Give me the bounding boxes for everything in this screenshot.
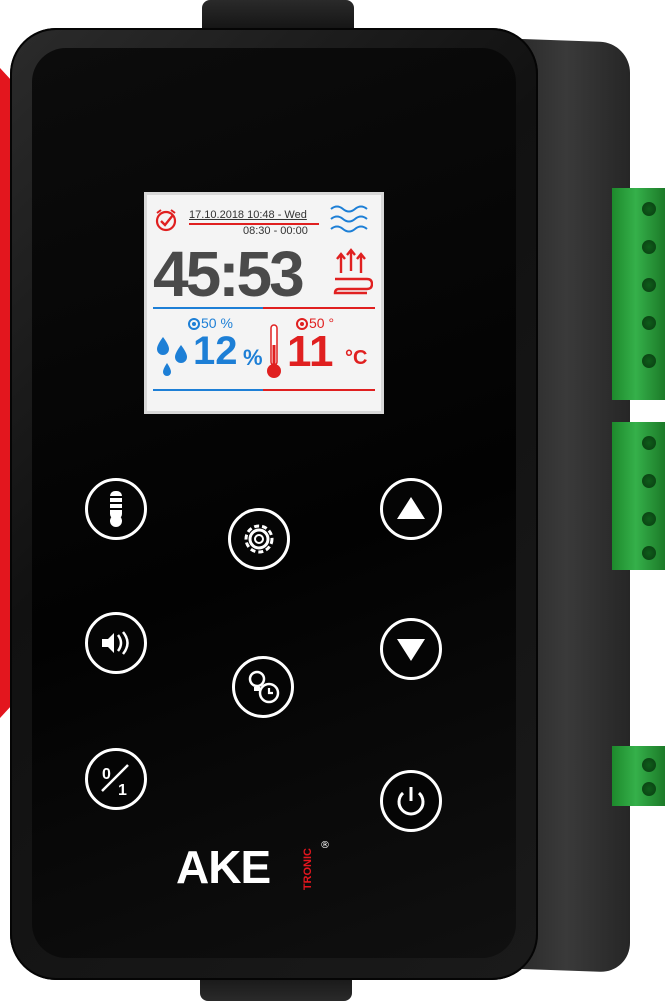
up-button[interactable]: [380, 478, 442, 540]
brand-logo-subtext: TRONIC: [302, 848, 314, 891]
temperature-rule-bottom: [263, 389, 375, 391]
terminal-block-bottom: [612, 746, 665, 806]
humidifier-icon: [107, 491, 125, 527]
brand-logo-text: AKE: [176, 841, 271, 893]
humidity-rule-bottom: [153, 389, 263, 391]
svg-text:1: 1: [118, 782, 127, 799]
fan-button[interactable]: [85, 612, 147, 674]
svg-text:0: 0: [102, 766, 111, 783]
humidity-rule-top: [153, 307, 263, 309]
humidifier-button[interactable]: [85, 478, 147, 540]
toggle-button[interactable]: 0 1: [85, 748, 147, 810]
countdown-timer: 45:53: [153, 238, 305, 310]
terminal-block-middle: [612, 422, 665, 570]
alarm-check-icon: [155, 209, 177, 232]
light-timer-button[interactable]: [232, 656, 294, 718]
lcd-screen: 17.10.2018 10:48 - Wed 08:30 - 00:00 45:…: [144, 192, 384, 414]
terminal-block-top: [612, 188, 665, 400]
power-icon: [397, 787, 425, 816]
power-button[interactable]: [380, 770, 442, 832]
triangle-up-icon: [397, 497, 425, 519]
triangle-down-icon: [397, 639, 425, 661]
heating-element-icon: [333, 248, 373, 295]
wind-waves-icon: [330, 205, 368, 233]
water-drops-icon: [157, 337, 187, 376]
humidity-value: 12: [193, 329, 238, 373]
registered-mark: ®: [320, 840, 330, 851]
thermometer-icon: [267, 324, 281, 378]
temperature-value: 11: [287, 327, 334, 376]
temperature-unit: °C: [345, 347, 368, 369]
gear-icon: [244, 524, 274, 554]
settings-button[interactable]: [228, 508, 290, 570]
schedule-range-text: 08:30 - 00:00: [243, 225, 308, 237]
date-time-text: 17.10.2018 10:48 - Wed: [189, 209, 307, 221]
bulb-clock-icon: [248, 670, 280, 704]
zero-one-icon: 0 1: [101, 764, 129, 799]
brand-logo: AKE TRONIC ®: [176, 840, 336, 910]
down-button[interactable]: [380, 618, 442, 680]
fan-sound-icon: [102, 631, 129, 655]
temperature-rule-top: [263, 307, 375, 309]
humidity-unit: %: [243, 345, 263, 370]
